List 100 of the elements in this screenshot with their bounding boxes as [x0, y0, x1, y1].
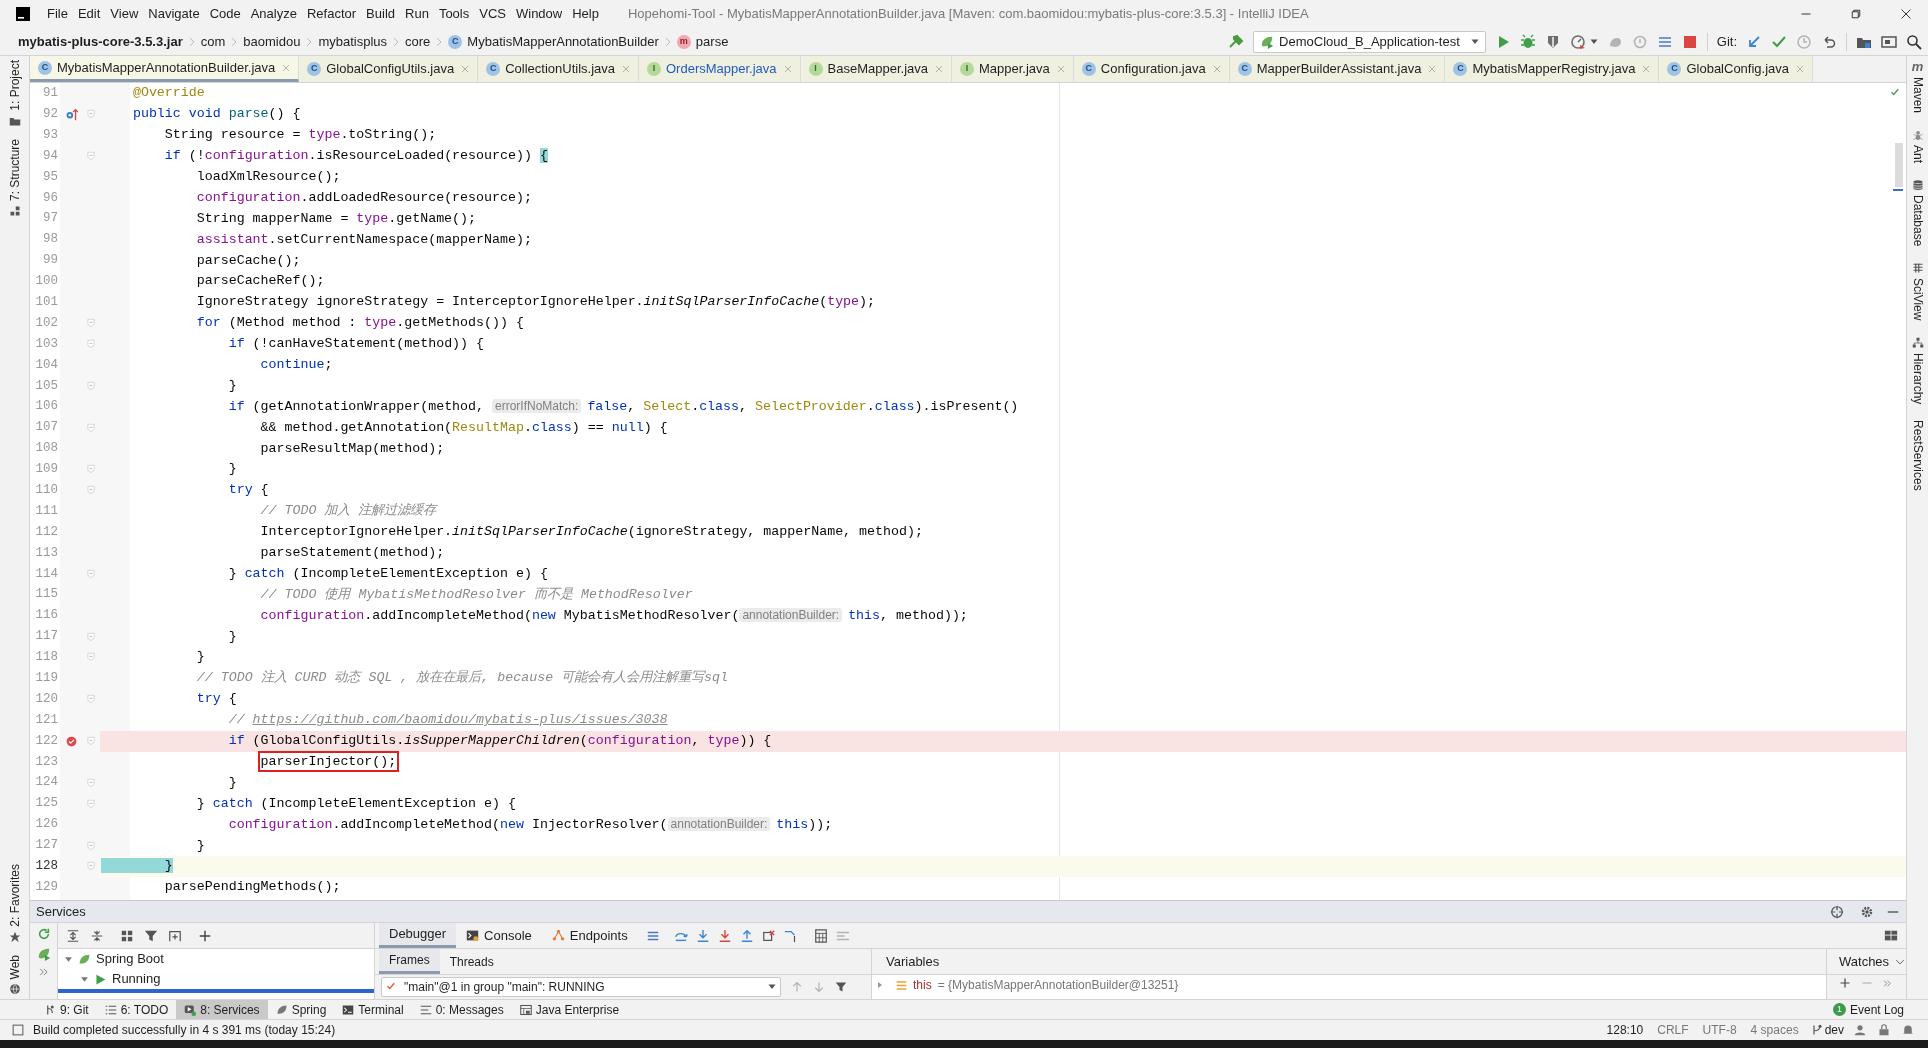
override-marker-icon[interactable] — [64, 107, 78, 121]
tool-window-button[interactable]: 7: Structure — [5, 138, 24, 217]
fold-marker-icon[interactable] — [86, 797, 96, 810]
expand-all-icon[interactable] — [66, 928, 80, 943]
fold-marker-icon[interactable] — [86, 567, 96, 580]
fold-marker-icon[interactable] — [86, 379, 96, 392]
tool-window-button[interactable]: 0: Messages — [411, 1000, 512, 1019]
tool-window-button[interactable]: Hierarchy — [1908, 336, 1927, 405]
breakpoint-icon[interactable] — [64, 734, 78, 748]
group-icon[interactable] — [120, 928, 134, 943]
editor-tab[interactable]: C Configuration.java — [1073, 56, 1230, 82]
fold-marker-icon[interactable] — [86, 693, 96, 706]
debug-icon[interactable] — [1519, 33, 1536, 50]
breadcrumb[interactable]: m parse — [676, 31, 729, 52]
history-icon[interactable] — [1796, 33, 1812, 50]
scrollbar-thumb[interactable] — [1895, 143, 1903, 187]
tool-window-button[interactable]: Terminal — [334, 1000, 412, 1019]
fold-marker-icon[interactable] — [86, 839, 96, 852]
fold-marker-icon[interactable] — [86, 630, 96, 643]
status-item[interactable]: 4 spaces — [1750, 1021, 1799, 1039]
panel-tab[interactable]: Threads — [439, 949, 504, 974]
update-icon[interactable] — [1746, 33, 1762, 50]
fold-marker-icon[interactable] — [86, 860, 96, 873]
panel-tab[interactable]: Debugger — [379, 923, 457, 948]
menu-item[interactable]: Window — [510, 4, 568, 24]
menu-item[interactable]: File — [42, 4, 73, 24]
tool-window-button[interactable]: 8: Services — [176, 1000, 268, 1019]
presentation-icon[interactable] — [1881, 33, 1897, 50]
thread-selector[interactable]: "main"@1 in group "main": RUNNING — [381, 977, 781, 997]
menu-item[interactable]: Build — [361, 4, 400, 24]
menu-item[interactable]: Analyze — [245, 4, 302, 24]
breadcrumb[interactable]: core — [405, 31, 431, 52]
new-tab-icon[interactable] — [168, 928, 182, 943]
toggle-tool-windows-icon[interactable] — [12, 1024, 24, 1036]
fold-marker-icon[interactable] — [86, 463, 96, 476]
editor-tab[interactable]: I BaseMapper.java — [800, 56, 952, 82]
tool-window-button[interactable]: Ant — [1908, 129, 1927, 164]
menu-item[interactable]: Navigate — [143, 4, 205, 24]
fold-marker-icon[interactable] — [86, 421, 96, 434]
profiler-icon[interactable] — [1569, 33, 1586, 50]
breadcrumb[interactable]: mybatis-plus-core-3.5.3.jar — [18, 31, 183, 52]
more-icon[interactable] — [38, 967, 49, 977]
tree-item[interactable]: Running — [58, 969, 374, 989]
editor-tab[interactable]: C MybatisMapperRegistry.java — [1445, 56, 1660, 82]
status-item[interactable]: UTF-8 — [1702, 1021, 1737, 1039]
editor-tab[interactable]: C GlobalConfigUtils.java — [299, 56, 479, 82]
refresh-icon[interactable] — [36, 927, 51, 941]
tree-item[interactable]: Spring Boot — [58, 949, 374, 969]
locate-icon[interactable] — [1830, 904, 1844, 919]
menu-item[interactable]: Tools — [433, 4, 475, 24]
fold-marker-icon[interactable] — [86, 317, 96, 330]
spring-run-icon[interactable] — [36, 947, 51, 961]
editor-tab[interactable]: I Mapper.java — [952, 56, 1074, 82]
menu-item[interactable]: Refactor — [301, 4, 362, 24]
revert-icon[interactable] — [1821, 33, 1837, 50]
fold-marker-icon[interactable] — [86, 651, 96, 664]
lock-icon[interactable] — [1878, 1024, 1890, 1036]
tool-window-button[interactable]: Spring — [267, 1000, 335, 1019]
expanded-arrow-icon[interactable] — [64, 954, 73, 964]
editor-tab[interactable]: I OrdersMapper.java — [639, 56, 801, 82]
tool-window-button[interactable]: 9: Git — [36, 1000, 97, 1019]
search-icon[interactable] — [1906, 33, 1922, 50]
force-step-into-icon[interactable] — [717, 928, 732, 943]
person-icon[interactable] — [1854, 1024, 1866, 1036]
run-to-cursor-icon[interactable] — [783, 928, 798, 943]
menu-item[interactable]: Code — [204, 4, 246, 24]
tool-window-button[interactable]: m Maven — [1908, 60, 1927, 114]
notification-icon[interactable] — [1902, 1024, 1914, 1036]
step-into-icon[interactable] — [695, 928, 710, 943]
git-branch-widget[interactable]: dev — [1810, 1021, 1844, 1039]
breadcrumb[interactable]: com — [200, 31, 226, 52]
fold-marker-icon[interactable] — [86, 735, 96, 748]
step-out-icon[interactable] — [739, 928, 754, 943]
close-icon[interactable] — [1900, 8, 1912, 20]
caret-icon[interactable] — [1589, 37, 1598, 46]
stop-icon[interactable] — [1681, 33, 1698, 50]
caret-position[interactable]: 128:10 — [1606, 1021, 1644, 1039]
fold-marker-icon[interactable] — [86, 108, 96, 121]
settings-icon[interactable] — [1860, 904, 1874, 919]
build-icon[interactable] — [1228, 33, 1245, 50]
filter-icon[interactable] — [835, 981, 847, 993]
run-configuration-dropdown[interactable]: DemoCloud_B_Application-test — [1253, 30, 1486, 53]
editor-tab[interactable]: C MybatisMapperAnnotationBuilder.java — [30, 56, 300, 82]
fold-marker-icon[interactable] — [86, 150, 96, 163]
panel-tab[interactable]: Console — [456, 923, 542, 948]
more-icon[interactable] — [1883, 978, 1892, 988]
menu-item[interactable]: VCS — [474, 4, 511, 24]
editor-tab[interactable]: C CollectionUtils.java — [478, 56, 639, 82]
tool-window-button[interactable]: 2: Favorites — [5, 863, 24, 943]
add-icon[interactable] — [198, 928, 212, 943]
panel-tab[interactable]: Frames — [379, 949, 440, 974]
editor-tab[interactable]: C GlobalConfig.java — [1659, 56, 1814, 82]
layout-settings-icon[interactable] — [1884, 928, 1898, 943]
breadcrumb[interactable]: mybatisplus — [318, 31, 388, 52]
fold-marker-icon[interactable] — [86, 776, 96, 789]
menu-item[interactable]: View — [105, 4, 144, 24]
tool-window-button[interactable]: 1: Project — [5, 60, 24, 127]
editor-tab[interactable]: C MapperBuilderAssistant.java — [1229, 56, 1446, 82]
tool-window-button[interactable]: Java Enterprise — [511, 1000, 628, 1019]
expand-arrow-icon[interactable] — [876, 981, 884, 989]
